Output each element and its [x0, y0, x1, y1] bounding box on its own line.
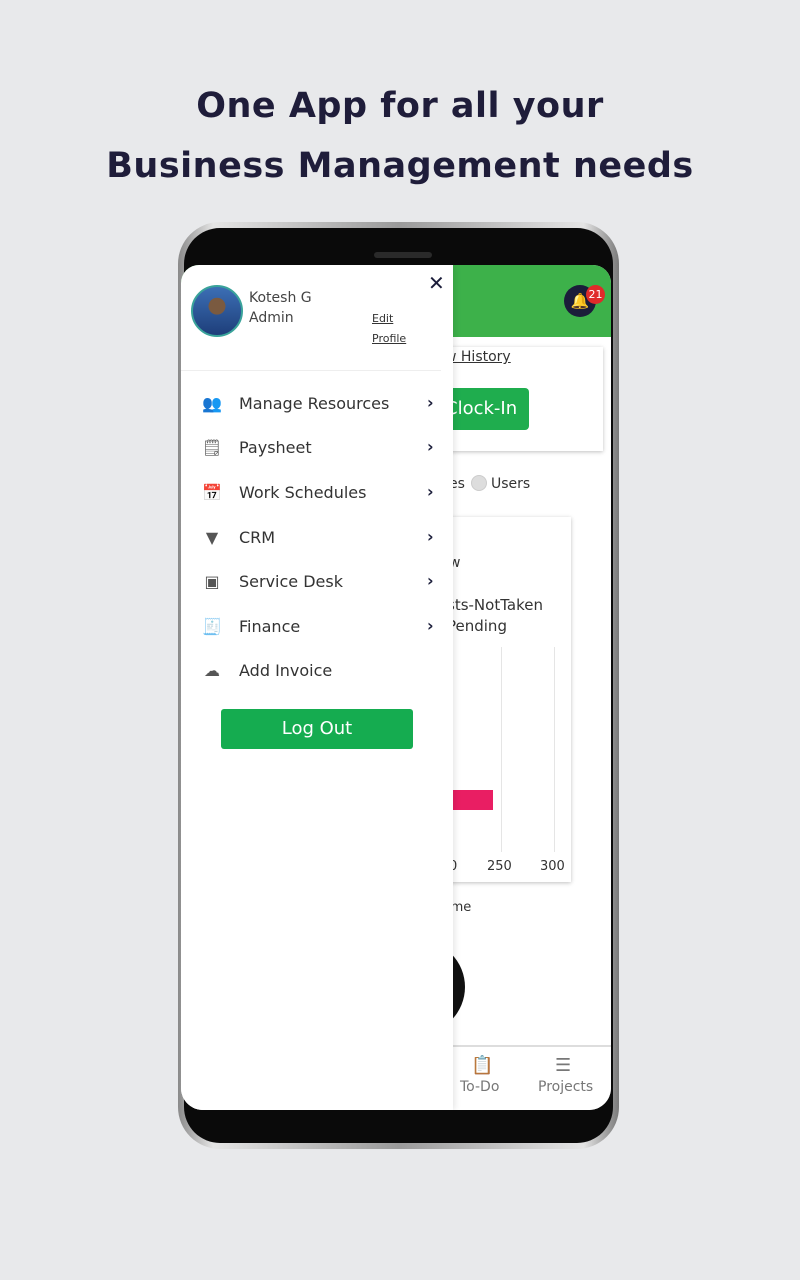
chevron-right-icon: ›	[427, 527, 434, 546]
menu-label: Add Invoice	[239, 661, 333, 680]
tick-300: 300	[540, 859, 565, 874]
menu-item-paysheet[interactable]: 🗒 Paysheet ›	[181, 429, 453, 469]
edit-profile-link-2[interactable]: Profile	[372, 332, 406, 345]
menu-label: Work Schedules	[239, 483, 367, 502]
divider	[181, 370, 441, 371]
menu-label: Paysheet	[239, 438, 312, 457]
headline-line2: Business Management needs	[106, 146, 694, 186]
tick-250: 250	[487, 859, 512, 874]
app-screen: 🔔 21 w History Clock-In es Users w sts-N…	[181, 265, 611, 1110]
menu-item-manage-resources[interactable]: 👥 Manage Resources ›	[181, 385, 453, 425]
schedule-icon: 📅	[202, 483, 222, 502]
menu-item-service-desk[interactable]: ▣ Service Desk ›	[181, 563, 453, 603]
chevron-right-icon: ›	[427, 482, 434, 501]
projects-add-icon: ☰	[555, 1055, 572, 1076]
user-name: Kotesh G	[249, 290, 312, 306]
service-desk-icon: ▣	[204, 572, 220, 591]
user-role: Admin	[249, 310, 294, 326]
edit-profile-link-1[interactable]: Edit	[372, 312, 393, 325]
paysheet-icon: 🗒	[201, 438, 223, 457]
receipt-icon: 🧾	[202, 617, 222, 636]
avatar	[191, 285, 243, 337]
radio-label-users: Users	[491, 476, 531, 492]
logout-button[interactable]: Log Out	[221, 709, 413, 749]
view-history-link[interactable]: w History	[445, 349, 511, 365]
headline-line1: One App for all your	[196, 86, 604, 126]
chevron-right-icon: ›	[427, 393, 434, 412]
chevron-right-icon: ›	[427, 616, 434, 635]
menu-label: Finance	[239, 617, 301, 636]
nav-todo[interactable]: To-Do	[460, 1079, 499, 1095]
menu-item-crm[interactable]: ▼ CRM ›	[181, 519, 453, 559]
speaker	[374, 252, 432, 258]
nav-projects[interactable]: Projects	[538, 1079, 593, 1095]
gridline-300	[554, 647, 555, 852]
menu-label: Manage Resources	[239, 394, 390, 413]
menu-item-add-invoice[interactable]: ☁ Add Invoice	[181, 652, 453, 692]
close-icon[interactable]: ✕	[428, 271, 445, 295]
legend-not-taken: sts-NotTaken	[447, 596, 543, 614]
menu-item-finance[interactable]: 🧾 Finance ›	[181, 608, 453, 648]
users-icon: 👥	[202, 394, 222, 413]
menu-label: CRM	[239, 528, 276, 547]
users-radio[interactable]	[471, 475, 487, 491]
clipboard-icon: 📋	[471, 1055, 494, 1076]
crm-funnel-icon: ▼	[205, 528, 219, 547]
cloud-lock-icon: ☁	[204, 661, 220, 680]
navigation-drawer: Kotesh G Admin Edit Profile ✕ 👥 Manage Re…	[181, 265, 453, 1110]
chevron-right-icon: ›	[427, 571, 434, 590]
notification-badge: 21	[586, 285, 605, 304]
chevron-right-icon: ›	[427, 437, 434, 456]
menu-item-work-schedules[interactable]: 📅 Work Schedules ›	[181, 474, 453, 514]
gridline-250	[501, 647, 502, 852]
menu-label: Service Desk	[239, 572, 343, 591]
legend-pending: Pending	[447, 617, 507, 635]
